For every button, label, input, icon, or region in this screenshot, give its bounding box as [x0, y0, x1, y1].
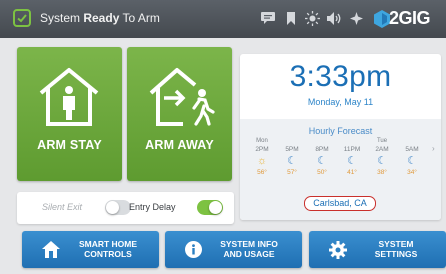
sun-icon: ☼: [256, 155, 268, 167]
system-ready-check-icon: [13, 9, 31, 27]
smart-home-label: SMART HOME CONTROLS: [78, 239, 138, 259]
forecast-temp: 38°: [377, 169, 387, 176]
moon-icon: ☾: [407, 155, 417, 167]
smart-home-controls-button[interactable]: SMART HOME CONTROLS: [22, 231, 159, 268]
forecast-temp: 57°: [287, 169, 297, 176]
arm-away-button[interactable]: ARM AWAY: [127, 47, 232, 181]
forecast-title: Hourly Forecast: [308, 126, 373, 136]
forecast-time: 5AM: [405, 146, 419, 153]
moon-icon: ☾: [377, 155, 387, 167]
forecast-time: 8PM: [315, 146, 329, 153]
settings-wrench-icon[interactable]: [350, 12, 363, 25]
forecast-time: 11PM: [343, 146, 361, 153]
clock-weather-panel[interactable]: 3:33pm Monday, May 11 Hourly Forecast Mo…: [240, 54, 441, 220]
arm-away-label: ARM AWAY: [145, 138, 214, 152]
forecast-column: 8PM ☾ 50°: [308, 138, 336, 176]
system-settings-label: SYSTEM SETTINGS: [374, 239, 418, 259]
weather-location[interactable]: Carlsbad, CA: [304, 196, 376, 211]
forecast-day: [308, 138, 336, 145]
gear-icon: [329, 241, 347, 259]
status-bar: System Ready To Arm 2GIG: [0, 0, 446, 38]
clock-date: Monday, May 11: [307, 97, 374, 107]
forecast-day: [338, 138, 366, 145]
volume-icon[interactable]: [327, 12, 342, 25]
bookmark-icon[interactable]: [287, 12, 295, 25]
forecast-next-arrow-icon[interactable]: ›: [432, 144, 435, 153]
system-info-button[interactable]: SYSTEM INFO AND USAGE: [165, 231, 302, 268]
forecast-time: 2AM: [375, 146, 389, 153]
forecast-column: 5PM ☾ 57°: [278, 138, 306, 176]
forecast-day: [278, 138, 306, 145]
system-info-label: SYSTEM INFO AND USAGE: [220, 239, 278, 259]
silent-exit-toggle[interactable]: [105, 200, 131, 215]
arm-stay-label: ARM STAY: [37, 138, 102, 152]
toggle-knob: [106, 201, 119, 214]
forecast-temp: 34°: [407, 169, 417, 176]
moon-icon: ☾: [347, 155, 357, 167]
silent-exit-label: Silent Exit: [42, 202, 83, 212]
forecast-temp: 56°: [257, 169, 267, 176]
forecast-temp: 50°: [317, 169, 327, 176]
forecast-column: 11PM ☾ 41°: [338, 138, 366, 176]
moon-icon: ☾: [287, 155, 297, 167]
forecast-time: 5PM: [285, 146, 299, 153]
arming-options-panel: Silent Exit Entry Delay: [17, 192, 234, 224]
forecast-column: 5AM ☾ 34°: [398, 138, 426, 176]
forecast-day: Tue: [376, 138, 388, 144]
system-settings-button[interactable]: SYSTEM SETTINGS: [309, 231, 446, 268]
brightness-icon[interactable]: [305, 11, 320, 26]
forecast-day: Mon: [256, 138, 268, 144]
system-status-text: System Ready To Arm: [40, 11, 160, 25]
forecast-column: Tue 2AM ☾ 38°: [368, 138, 396, 176]
info-icon: [185, 241, 202, 258]
moon-icon: ☾: [317, 155, 327, 167]
forecast-temp: 41°: [347, 169, 357, 176]
entry-delay-label: Entry Delay: [129, 202, 176, 212]
entry-delay-toggle[interactable]: [197, 200, 223, 215]
arm-stay-button[interactable]: ARM STAY: [17, 47, 122, 181]
house-exit-icon: [149, 68, 215, 126]
clock-time: 3:33pm: [289, 60, 392, 93]
home-icon: [42, 241, 60, 258]
message-icon[interactable]: [261, 12, 275, 24]
toggle-knob: [209, 201, 222, 214]
brand-logo: 2GIG: [389, 8, 431, 28]
2gig-logo-icon: [374, 10, 390, 28]
house-person-icon: [39, 68, 99, 126]
forecast-column: Mon 2PM ☼ 56°: [248, 138, 276, 176]
forecast-time: 2PM: [255, 146, 269, 153]
forecast-day: [398, 138, 426, 145]
